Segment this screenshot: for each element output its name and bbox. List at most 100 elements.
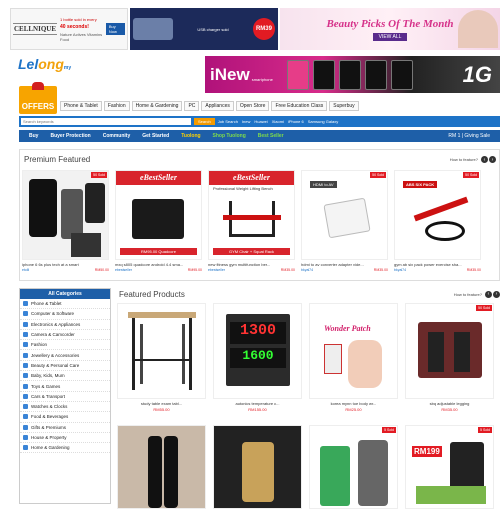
how-to-feature-link[interactable]: How to feature?: [454, 292, 482, 297]
quick-link[interactable]: Samsung Galaxy: [308, 119, 338, 124]
sidebar-item[interactable]: Phone & Tablet: [20, 299, 110, 310]
offers-badge[interactable]: OFFERS: [19, 82, 57, 114]
view-all-button[interactable]: VIEW ALL: [372, 32, 408, 41]
cat-tab[interactable]: Free Education Class: [271, 101, 328, 111]
sidebar-item[interactable]: Gifts & Premiums: [20, 423, 110, 433]
sidebar-item[interactable]: Beauty & Personal Care: [20, 361, 110, 372]
nav-shop[interactable]: Shop Tuolong: [213, 133, 246, 139]
ad-line-1: 1 bottle sold in every: [60, 16, 97, 22]
site-logo[interactable]: Lel ong my: [18, 56, 98, 76]
seller[interactable]: bkyal74: [394, 268, 406, 272]
nav-get-started[interactable]: Get Started: [142, 133, 169, 139]
product-card[interactable]: 1300 1600 autonics temperature c... RM15…: [213, 303, 302, 417]
search-quick-links: Job Search Inew Huawei Xiaomi iPhone 6 S…: [218, 119, 339, 124]
sidebar-item-label: Cars & Transport: [31, 393, 66, 399]
search-button[interactable]: Search: [194, 118, 215, 125]
inew-ad-banner[interactable]: iNew smartphone 1G: [205, 56, 500, 93]
price-badge: RM199: [412, 446, 442, 457]
phone-image: [286, 59, 309, 90]
product-card[interactable]: study table exam tabl... RM55.00: [117, 303, 206, 417]
nav-buyer-protection[interactable]: Buyer Protection: [50, 133, 90, 139]
quick-link[interactable]: iPhone 6: [288, 119, 304, 124]
product-card[interactable]: ABS SIX PACK 50 Sold gym ab six pack pow…: [394, 170, 481, 278]
cellnique-logo: CELLNIQUE: [13, 23, 58, 35]
product-card[interactable]: 50 Sold iphone 6 6s plus tech at a smart…: [22, 170, 109, 278]
how-to-feature-link[interactable]: How to feature?: [450, 157, 478, 162]
premium-grid: 50 Sold iphone 6 6s plus tech at a smart…: [22, 170, 481, 278]
sidebar-item-label: Toys & Games: [31, 383, 61, 389]
category-icon: [23, 332, 28, 338]
price: RM35.00: [280, 268, 295, 272]
product-card[interactable]: [213, 425, 302, 511]
product-card[interactable]: Wonder Patch korea mynn toe body wr... R…: [309, 303, 398, 417]
sidebar-item[interactable]: Food & Beverages: [20, 412, 110, 423]
product-card[interactable]: RM199 5 Sold: [405, 425, 494, 511]
product-name: gym ab six pack power exercise sha...: [394, 262, 462, 267]
sidebar-item[interactable]: Cars & Transport: [20, 392, 110, 402]
sidebar-item[interactable]: Jewellery & Accessories: [20, 350, 110, 361]
sidebar-item[interactable]: Toys & Games: [20, 381, 110, 392]
product-image: eBestSeller Professional Weight Lifting …: [208, 170, 295, 260]
product-badge: ABS SIX PACK: [403, 181, 438, 188]
nav-community[interactable]: Community: [103, 133, 131, 139]
cat-tab[interactable]: PC: [184, 101, 200, 111]
quick-link[interactable]: Job Search: [218, 119, 238, 124]
product-card[interactable]: 50 Sold sbq adjustable legging RM35.00: [405, 303, 494, 417]
cat-tab[interactable]: Phone & Tablet: [60, 101, 102, 111]
cat-tab[interactable]: Appliances: [201, 101, 234, 111]
next-arrow-icon[interactable]: ›: [493, 290, 500, 298]
sidebar-item[interactable]: Computer & Software: [20, 309, 110, 320]
beauty-picks-ad[interactable]: Beauty Picks Of The Month VIEW ALL: [280, 8, 500, 50]
next-arrow-icon[interactable]: ›: [489, 156, 496, 163]
product-card[interactable]: 5 Sold: [309, 425, 398, 511]
seller[interactable]: etolli: [22, 268, 29, 272]
product-card[interactable]: HDMI to AV 50 Sold hdmi to av converter …: [301, 170, 388, 278]
quick-link[interactable]: Inew: [242, 119, 250, 124]
display-red: 1300: [230, 322, 286, 344]
product-card[interactable]: [117, 425, 206, 511]
seller[interactable]: ebestseller: [208, 268, 225, 272]
category-sidebar: All Categories Phone & Tablet Computer &…: [19, 288, 111, 504]
cat-tab[interactable]: Superbuy: [329, 101, 359, 111]
product-image: RM199 5 Sold: [405, 425, 494, 509]
product-name: new fitness gym multifunction ber...: [208, 262, 271, 267]
sidebar-item[interactable]: Fashion: [20, 340, 110, 351]
prev-arrow-icon[interactable]: ‹: [481, 156, 488, 163]
nav-right-info[interactable]: RM 1 | Giving Sale: [448, 133, 490, 139]
charger-ad[interactable]: USB charger sold RM39: [130, 8, 278, 50]
sidebar-item[interactable]: Home & Gardening: [20, 443, 110, 454]
sidebar-item[interactable]: Watches & Clocks: [20, 402, 110, 413]
sidebar-item-label: Jewellery & Accessories: [31, 352, 80, 358]
phone-image: [390, 59, 413, 90]
prev-arrow-icon[interactable]: ‹: [485, 290, 492, 298]
buy-now-button[interactable]: Buy Now: [105, 23, 125, 35]
sidebar-item[interactable]: Baby, Kids, Mum: [20, 371, 110, 382]
search-input[interactable]: [21, 118, 191, 125]
sidebar-item[interactable]: Camera & Camcorder: [20, 330, 110, 341]
nav-highlight[interactable]: Tuolong: [181, 133, 200, 139]
cat-tab[interactable]: Home & Gardening: [131, 101, 183, 111]
category-icon: [23, 373, 28, 379]
cat-tab[interactable]: Fashion: [103, 101, 130, 111]
product-card[interactable]: eBestSeller Professional Weight Lifting …: [208, 170, 295, 278]
seller[interactable]: bkyal74: [301, 268, 313, 272]
sidebar-item-label: Fashion: [31, 342, 48, 348]
product-card[interactable]: eBestSeller RM95.00 Quadcore mxq s805 qu…: [115, 170, 202, 278]
seller[interactable]: ebestseller: [115, 268, 132, 272]
sidebar-item[interactable]: House & Property: [20, 433, 110, 444]
model-image: [458, 10, 498, 48]
category-icon: [23, 404, 28, 410]
phone-image: [312, 59, 335, 90]
quick-link[interactable]: Xiaomi: [272, 119, 284, 124]
cat-tab[interactable]: Open Store: [235, 101, 270, 111]
sold-tag: 5 Sold: [382, 427, 396, 433]
nav-best-seller[interactable]: Best Seller: [258, 133, 284, 139]
quick-link[interactable]: Huawei: [254, 119, 267, 124]
category-icon: [23, 393, 28, 399]
premium-title: Premium Featured: [24, 155, 91, 164]
main-nav: Buy Buyer Protection Community Get Start…: [19, 130, 500, 142]
inew-brand: iNew: [210, 64, 250, 84]
cellnique-ad[interactable]: CELLNIQUE 1 bottle sold in every 40 seco…: [10, 8, 128, 50]
nav-buy[interactable]: Buy: [29, 133, 38, 139]
sidebar-item[interactable]: Electronics & Appliances: [20, 320, 110, 330]
